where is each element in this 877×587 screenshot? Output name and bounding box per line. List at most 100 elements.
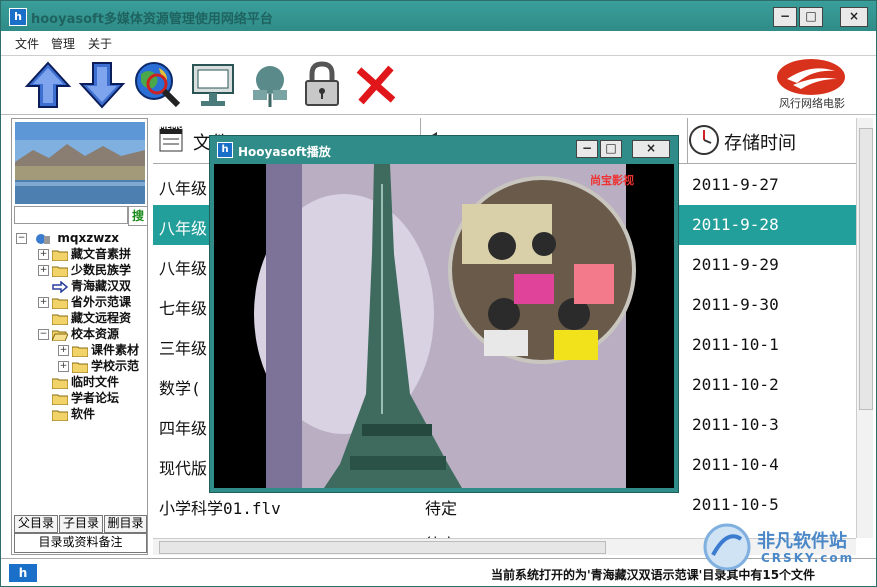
tree-label: 课件素材 [91,343,140,357]
file-time: 2011-9-28 [692,215,779,234]
file-name: 现代版 [159,459,208,478]
clock-icon [689,125,719,155]
title-bar[interactable]: h hooyasoft多媒体资源管理使用网络平台 − □ × [1,1,876,31]
tree-label: 软件 [71,407,96,421]
search-button[interactable]: 搜 [128,206,148,226]
folder-icon [52,394,68,405]
player-title-bar[interactable]: h Hooyasoft播放 − □ × [210,136,678,164]
player-minimize-button[interactable]: − [576,140,598,158]
folder-icon [52,378,68,389]
horizontal-scroll-thumb[interactable] [159,541,606,554]
vertical-scroll-thumb[interactable] [859,128,873,410]
delete-x-icon[interactable] [351,60,401,110]
watermark-line1: 非凡软件站 [757,531,847,552]
folder-open-icon [52,330,68,341]
tree-label: 省外示范课 [71,295,132,309]
expander-icon[interactable]: + [38,249,49,260]
file-time: 2011-9-27 [692,175,779,194]
toolbar: 风行网络电影 [1,56,876,115]
site-logo-icon [703,523,751,571]
tree-label: 临时文件 [71,375,120,389]
tree-label: mqxzwzx [57,231,120,245]
watermark-line2: CRSKY.com [761,551,855,565]
file-name: 八年级 [159,179,208,198]
search-row: 搜 [12,206,148,226]
expander-icon[interactable]: + [58,345,69,356]
tree-item[interactable]: 学者论坛 [52,390,119,406]
file-name: 小学科学01.flv [159,499,281,518]
expander-icon[interactable]: + [38,265,49,276]
child-dir-button[interactable]: 子目录 [59,515,103,533]
maximize-button[interactable]: □ [799,7,823,27]
delete-dir-button[interactable]: 删目录 [104,515,147,533]
tree-item[interactable]: + 学校示范 [58,358,139,374]
header-time[interactable]: 存储时间 [688,118,856,164]
folder-icon [52,266,68,277]
tree-item[interactable]: 藏文远程资 [52,310,131,326]
brand-logo-text: 风行网络电影 [779,97,845,110]
file-status: 待定 [425,499,458,518]
memo-icon-label: MEMO [159,123,184,131]
network-icon[interactable] [245,60,295,110]
menu-about[interactable]: 关于 [88,35,112,52]
menu-file[interactable]: 文件 [15,35,39,52]
player-maximize-button[interactable]: □ [600,140,622,158]
tree-item[interactable]: − 校本资源 [38,326,119,342]
down-arrow-icon[interactable] [77,60,127,110]
search-input[interactable] [14,206,128,224]
menu-bar: 文件 管理 关于 [1,31,876,56]
status-app-icon: h [9,564,37,582]
sidebar: 搜 − mqxzwzx + 藏文音素拼 + 少数民族学 青海藏汉双 + 省外示范课 藏… [11,118,148,555]
menu-manage[interactable]: 管理 [51,35,75,52]
minimize-button[interactable]: − [773,7,797,27]
tree-item[interactable]: + 少数民族学 [38,262,131,278]
app-icon: h [9,8,27,26]
file-name: 八年级 [159,219,208,238]
expander-icon[interactable]: + [38,297,49,308]
tree-root[interactable]: − mqxzwzx [16,230,119,246]
file-time: 2011-9-30 [692,295,779,314]
tree-item-current[interactable]: 青海藏汉双 [52,278,131,294]
folder-icon [72,346,88,357]
tree-item[interactable]: + 课件素材 [58,342,139,358]
header-time-label: 存储时间 [724,133,796,154]
arrow-right-icon [52,280,68,293]
tree-label: 学校示范 [91,359,140,373]
folder-icon [72,362,88,373]
up-arrow-icon[interactable] [23,60,73,110]
file-name: 八年级 [159,259,208,278]
vertical-scrollbar[interactable] [856,118,873,538]
file-name: 三年级 [159,339,208,358]
file-time: 2011-9-29 [692,255,779,274]
expander-icon[interactable]: − [38,329,49,340]
video-caption: 尚宝影视 [590,174,634,187]
player-close-button[interactable]: × [632,140,670,158]
video-frame[interactable]: 尚宝影视 [214,164,674,488]
parent-dir-button[interactable]: 父目录 [14,515,58,533]
expander-icon[interactable]: + [58,361,69,372]
tree-label: 学者论坛 [71,391,120,405]
file-time: 2011-10-3 [692,415,779,434]
brand-logo: 风行网络电影 [753,59,868,111]
lock-icon[interactable] [297,60,347,110]
folder-icon [52,250,68,261]
player-window[interactable]: h Hooyasoft播放 − □ × 尚宝影视 [209,135,679,493]
tree-item[interactable]: + 藏文音素拼 [38,246,131,262]
main-window: h hooyasoft多媒体资源管理使用网络平台 − □ × 文件 管理 关于 [0,0,877,587]
monitor-icon[interactable] [189,60,239,110]
search-globe-icon[interactable] [133,60,183,110]
file-time: 2011-10-4 [692,455,779,474]
close-button[interactable]: × [840,7,868,27]
tree-label: 藏文远程资 [71,311,132,325]
tree-label: 青海藏汉双 [71,279,132,293]
expander-icon[interactable]: − [16,233,27,244]
window-title: hooyasoft多媒体资源管理使用网络平台 [31,12,273,27]
tree-item[interactable]: 临时文件 [52,374,119,390]
tree-item[interactable]: + 省外示范课 [38,294,131,310]
tree-label: 藏文音素拼 [71,247,132,261]
tree-item[interactable]: 软件 [52,406,95,422]
tree-label: 少数民族学 [71,263,132,277]
file-time: 2011-10-1 [692,335,779,354]
dir-note: 目录或资料备注 [14,533,147,553]
video-image [214,164,674,488]
